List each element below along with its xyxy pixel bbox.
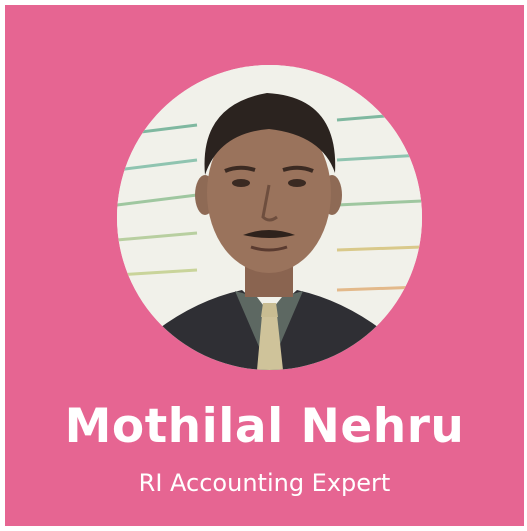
person-name: Mothilal Nehru bbox=[64, 399, 465, 454]
profile-photo bbox=[117, 65, 422, 370]
portrait-image bbox=[117, 65, 422, 370]
profile-card: Mothilal Nehru RI Accounting Expert bbox=[5, 5, 524, 526]
person-title: RI Accounting Expert bbox=[138, 469, 391, 497]
